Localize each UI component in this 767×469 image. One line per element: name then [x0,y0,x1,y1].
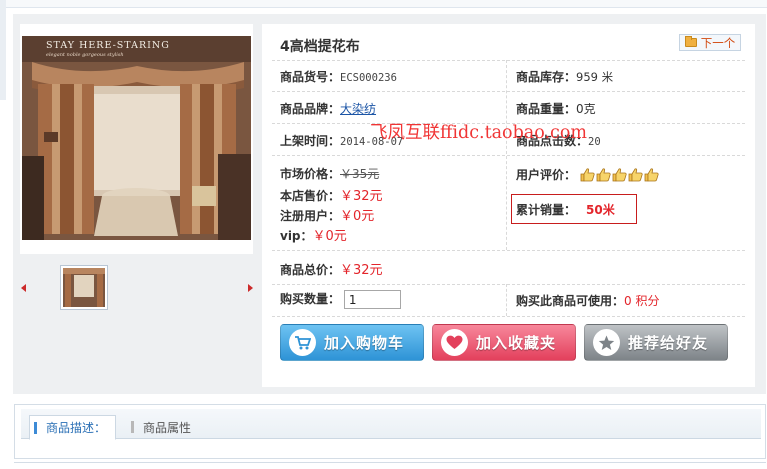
clicks-value: 20 [588,136,601,148]
rating-field: 用户评价： [516,166,659,183]
thumbs-up-icon [580,168,595,182]
vip-price-field: vip：￥0元 [280,225,347,244]
product-main-image[interactable]: STAY HERE-STARING elegant noble gorgeous… [22,36,251,240]
heart-icon [441,329,468,356]
brand-label: 商品品牌： [280,102,341,116]
thumbnail-curtain-illustration [63,268,105,307]
add-to-cart-button[interactable]: 加入购物车 [280,324,424,361]
brand-link[interactable]: 大染纺 [340,102,376,116]
next-thumbnail-arrow-icon[interactable] [248,284,253,292]
add-to-cart-label: 加入购物车 [324,334,405,352]
thumbnail-strip [20,262,253,314]
add-to-favorites-button[interactable]: 加入收藏夹 [432,324,576,361]
next-product-label: 下一个 [700,35,736,50]
brand-field: 商品品牌：大染纺 [280,100,376,117]
member-price-field: 注册用户：￥0元 [280,205,374,224]
product-title: 4高档提花布 [280,39,360,55]
stock-label: 商品库存： [516,70,577,84]
watermark-text: 飞凤互联ffidc.taobao.com [370,123,587,143]
market-price-label: 市场价格： [280,167,341,181]
product-info: 4高档提花布 下一个 商品货号：ECS000236 商品库存：959 米 商品品… [262,24,755,387]
tab-attributes[interactable]: 商品属性 [127,415,217,440]
points-value: 0 积分 [624,294,660,308]
quantity-field: 购买数量： [280,290,401,309]
thumbnail-image[interactable] [60,265,108,310]
product-detail-page: STAY HERE-STARING elegant noble gorgeous… [0,0,767,469]
stock-field: 商品库存：959 米 [516,68,613,85]
market-price-field: 市场价格：￥35元 [280,165,379,182]
recommend-to-friend-button[interactable]: 推荐给好友 [584,324,728,361]
cart-icon [289,329,316,356]
next-product-button[interactable]: 下一个 [679,34,741,51]
recommend-to-friend-label: 推荐给好友 [628,334,709,352]
product-tabs-section: 商品描述： 商品属性 [14,404,766,459]
member-price-label: 注册用户： [280,209,341,223]
tab-description-label: 商品描述： [46,421,107,435]
divider [272,91,745,92]
quantity-input[interactable] [343,290,401,309]
divider [272,284,745,285]
top-border [0,0,767,8]
tab-attributes-label: 商品属性 [143,421,192,435]
rating-thumbs [580,168,659,182]
weight-field: 商品重量：0克 [516,100,596,117]
points-field: 购买此商品可使用：0 积分 [516,292,659,309]
stock-value: 959 米 [576,70,614,84]
tabs-bar: 商品描述： 商品属性 [21,409,761,440]
date-label: 上架时间： [280,134,341,148]
vip-price-value: ￥0元 [312,229,347,244]
sales-label: 累计销量： [516,203,577,217]
thumbs-up-icon [612,168,627,182]
divider [272,316,745,317]
tab-description[interactable]: 商品描述： [29,415,116,440]
member-price-value: ￥0元 [340,209,375,224]
product-gallery: STAY HERE-STARING elegant noble gorgeous… [20,24,253,254]
rating-label: 用户评价： [516,168,577,182]
curtain-illustration [22,36,251,240]
store-price-field: 本店售价：￥32元 [280,185,383,204]
bottom-border [14,462,766,469]
total-price-value: ￥32元 [340,263,383,278]
thumbs-up-icon [644,168,659,182]
total-price-field: 商品总价：￥32元 [280,259,383,278]
points-label: 购买此商品可使用： [516,294,625,308]
add-to-favorites-label: 加入收藏夹 [476,334,557,352]
weight-value: 0克 [576,102,596,116]
market-price-value: ￥35元 [340,167,380,181]
divider [272,60,745,61]
image-subcaption: elegant noble gorgeous stylish [46,52,124,58]
total-price-label: 商品总价： [280,263,341,277]
sku-value: ECS000236 [340,72,397,84]
thumbs-up-icon [596,168,611,182]
store-price-label: 本店售价： [280,189,341,203]
vip-price-label: vip： [280,229,313,243]
thumbs-up-icon [628,168,643,182]
prev-thumbnail-arrow-icon[interactable] [21,284,26,292]
column-divider [506,60,507,250]
quantity-label: 购买数量： [280,292,341,306]
sku-label: 商品货号： [280,70,341,84]
left-border [0,0,6,100]
divider [272,155,745,156]
image-caption: STAY HERE-STARING [46,40,170,51]
divider [272,250,745,251]
column-divider [506,284,507,316]
weight-label: 商品重量： [516,102,577,116]
sales-field: 累计销量： 50米 [516,201,615,218]
star-icon [593,329,620,356]
sku-field: 商品货号：ECS000236 [280,68,397,85]
sales-value: 50米 [586,203,615,217]
folder-icon [684,36,697,47]
store-price-value: ￥32元 [340,189,383,204]
